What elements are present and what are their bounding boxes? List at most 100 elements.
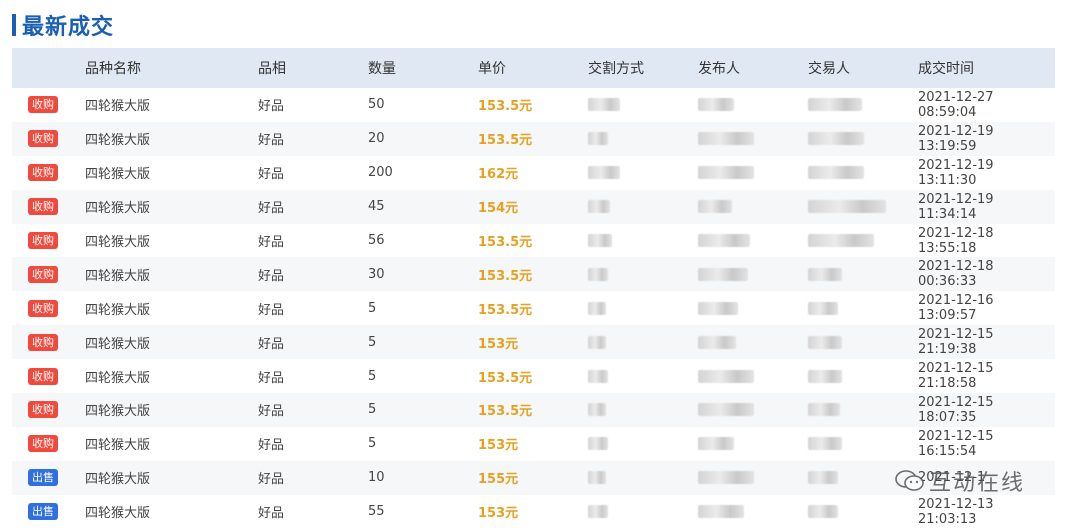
wechat-icon bbox=[895, 470, 925, 492]
header-price: 单价 bbox=[478, 61, 506, 77]
trader-cell bbox=[808, 97, 918, 112]
trader-cell bbox=[808, 436, 918, 451]
way-cell bbox=[588, 131, 698, 146]
publisher-cell bbox=[698, 267, 808, 282]
name-cell: 四轮猴大版 bbox=[85, 370, 151, 386]
redacted-way bbox=[588, 471, 606, 485]
time-cell: 2021-12-18 00:36:33 bbox=[918, 259, 994, 290]
quantity-cell: 200 bbox=[368, 165, 393, 181]
quality-cell: 好品 bbox=[258, 133, 285, 149]
way-cell bbox=[588, 233, 698, 248]
redacted-publisher bbox=[698, 369, 754, 383]
type-cell: 收购 bbox=[12, 164, 85, 182]
publisher-cell bbox=[698, 436, 808, 451]
quality-cell: 好品 bbox=[258, 336, 285, 352]
table-row[interactable]: 收购 四轮猴大版 好品 5 153元 2021-12-15 21:19:38 bbox=[12, 325, 1055, 360]
quality-cell: 好品 bbox=[258, 438, 285, 454]
trader-cell bbox=[808, 165, 918, 180]
time-cell: 2021-12-19 13:11:30 bbox=[918, 157, 994, 188]
type-cell: 收购 bbox=[12, 130, 85, 148]
trader-cell bbox=[808, 369, 918, 384]
quantity-cell: 5 bbox=[368, 402, 377, 418]
quantity-cell: 5 bbox=[368, 334, 377, 350]
trader-cell bbox=[808, 267, 918, 282]
way-cell bbox=[588, 369, 698, 384]
header-name: 品种名称 bbox=[85, 61, 141, 77]
table-row[interactable]: 收购 四轮猴大版 好品 5 153.5元 2021-12-15 18:07:35 bbox=[12, 393, 1055, 427]
trader-cell bbox=[808, 233, 918, 248]
redacted-trader bbox=[808, 166, 864, 180]
quantity-cell: 55 bbox=[368, 504, 385, 520]
redacted-way bbox=[588, 166, 620, 180]
redacted-trader bbox=[808, 267, 842, 281]
redacted-publisher bbox=[698, 132, 754, 146]
trader-cell bbox=[808, 335, 918, 350]
buy-tag: 收购 bbox=[28, 435, 58, 453]
redacted-publisher bbox=[698, 200, 732, 214]
trader-cell bbox=[808, 402, 918, 417]
redacted-trader bbox=[808, 98, 862, 112]
quality-cell: 好品 bbox=[258, 201, 285, 217]
name-cell: 四轮猴大版 bbox=[85, 336, 151, 352]
publisher-cell bbox=[698, 131, 808, 146]
header-delivery: 交割方式 bbox=[588, 61, 644, 77]
table-row[interactable]: 收购 四轮猴大版 好品 5 153.5元 2021-12-15 21:18:58 bbox=[12, 359, 1055, 393]
type-cell: 出售 bbox=[12, 469, 85, 487]
buy-tag: 收购 bbox=[28, 299, 58, 317]
redacted-way bbox=[588, 267, 608, 281]
table-row[interactable]: 出售 四轮猴大版 好品 55 153元 2021-12-13 21:03:13 bbox=[12, 495, 1055, 529]
table-row[interactable]: 收购 四轮猴大版 好品 56 153.5元 2021-12-18 13:55:18 bbox=[12, 224, 1055, 258]
way-cell bbox=[588, 504, 698, 519]
section-header: 最新成交 bbox=[12, 10, 114, 40]
type-cell: 收购 bbox=[12, 333, 85, 351]
redacted-trader bbox=[808, 335, 842, 349]
name-cell: 四轮猴大版 bbox=[85, 201, 151, 217]
page-title: 最新成交 bbox=[22, 15, 115, 40]
redacted-publisher bbox=[698, 471, 754, 485]
table-row[interactable]: 收购 四轮猴大版 好品 30 153.5元 2021-12-18 00:36:33 bbox=[12, 257, 1055, 292]
redacted-publisher bbox=[698, 234, 750, 247]
table-row[interactable]: 收购 四轮猴大版 好品 5 153元 2021-12-15 16:15:54 bbox=[12, 427, 1055, 461]
quantity-cell: 5 bbox=[368, 368, 377, 384]
table-row[interactable]: 收购 四轮猴大版 好品 200 162元 2021-12-19 13:11:30 bbox=[12, 156, 1055, 190]
redacted-way bbox=[588, 437, 608, 451]
header-publisher: 发布人 bbox=[698, 61, 740, 77]
redacted-way bbox=[588, 200, 610, 214]
title-accent-bar bbox=[12, 14, 16, 36]
price-cell: 162元 bbox=[478, 167, 519, 183]
type-cell: 收购 bbox=[12, 401, 85, 419]
table-row[interactable]: 收购 四轮猴大版 好品 50 153.5元 2021-12-27 08:59:04 bbox=[12, 88, 1055, 122]
redacted-way bbox=[588, 132, 608, 146]
trader-cell bbox=[808, 301, 918, 316]
publisher-cell bbox=[698, 402, 808, 417]
publisher-cell bbox=[698, 369, 808, 384]
way-cell bbox=[588, 97, 698, 112]
name-cell: 四轮猴大版 bbox=[85, 133, 151, 149]
redacted-publisher bbox=[698, 166, 754, 180]
trades-table: 品种名称 品相 数量 单价 交割方式 发布人 交易人 成交时间 收购 四轮猴大版好… bbox=[12, 48, 1055, 529]
redacted-trader bbox=[808, 132, 864, 146]
table-row[interactable]: 收购 四轮猴大版 好品 20 153.5元 2021-12-19 13:19:59 bbox=[12, 121, 1055, 156]
name-cell: 四轮猴大版 bbox=[85, 268, 151, 284]
watermark-text: 互动在线 bbox=[929, 471, 1026, 496]
table-row[interactable]: 收购 四轮猴大版 好品 45 154元 2021-12-19 11:34:14 bbox=[12, 189, 1055, 224]
time-cell: 2021-12-16 13:09:57 bbox=[918, 293, 994, 324]
table-row[interactable]: 收购 四轮猴大版 好品 5 153.5元 2021-12-16 13:09:57 bbox=[12, 291, 1055, 325]
quantity-cell: 56 bbox=[368, 233, 385, 248]
redacted-way bbox=[588, 369, 608, 383]
redacted-publisher bbox=[698, 505, 744, 519]
buy-tag: 收购 bbox=[28, 265, 58, 283]
name-cell: 四轮猴大版 bbox=[85, 167, 151, 183]
trader-cell bbox=[808, 199, 918, 214]
time-cell: 2021-12-13 21:03:13 bbox=[918, 496, 994, 527]
publisher-cell bbox=[698, 97, 808, 112]
redacted-trader bbox=[808, 301, 838, 315]
quality-cell: 好品 bbox=[258, 302, 285, 318]
name-cell: 四轮猴大版 bbox=[85, 99, 151, 115]
publisher-cell bbox=[698, 199, 808, 214]
buy-tag: 收购 bbox=[28, 164, 58, 182]
quality-cell: 好品 bbox=[258, 506, 285, 522]
watermark: 互动在线 bbox=[895, 465, 1025, 497]
table-body: 收购 四轮猴大版 好品 50 153.5元 2021-12-27 08:59:04 收购 四轮… bbox=[12, 88, 1055, 529]
quality-cell: 好品 bbox=[258, 370, 285, 386]
